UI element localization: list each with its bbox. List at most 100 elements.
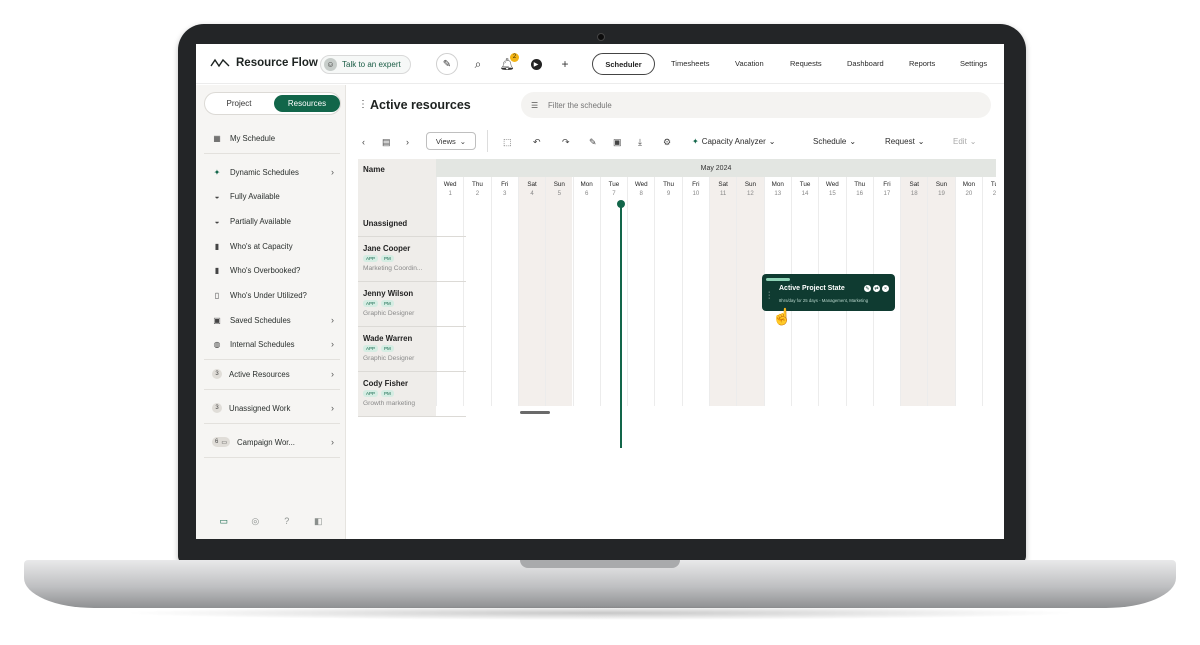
sidebar-item-under-utilized[interactable]: ▯ Who's Under Utilized? xyxy=(212,288,334,302)
day-column[interactable]: Thu 9 xyxy=(654,177,681,406)
day-column[interactable]: Wed 8 xyxy=(627,177,654,406)
sidebar-item-overbooked[interactable]: ▮ Who's Overbooked? xyxy=(212,263,334,277)
download-icon[interactable]: ⤓ xyxy=(638,134,642,150)
sidebar-item-label: Saved Schedules xyxy=(230,315,291,325)
toolbar-divider xyxy=(487,130,488,152)
day-column[interactable]: Tue 21 xyxy=(982,177,996,406)
sidebar-item-my-schedule[interactable]: ▦ My Schedule xyxy=(212,131,334,145)
clean-icon[interactable]: ✎ xyxy=(436,53,458,75)
resource-tags: APP PM xyxy=(363,345,394,352)
views-dropdown[interactable]: Views ⌄ xyxy=(426,132,476,150)
task-stripe xyxy=(766,278,790,281)
more-vertical-icon[interactable]: ⋮ xyxy=(358,99,368,110)
sidebar-group-active-resources[interactable]: 3 Active Resources › xyxy=(212,367,334,381)
resource-role: Growth marketing xyxy=(363,400,416,407)
globe-icon: ◍ xyxy=(213,339,221,349)
nav-vacation[interactable]: Vacation xyxy=(735,59,764,68)
edit-dropdown[interactable]: Edit ⌄ xyxy=(953,137,977,146)
sidebar-group-unassigned-work[interactable]: 3 Unassigned Work › xyxy=(212,401,334,415)
group-count: 3 xyxy=(212,403,222,413)
group-count: 6 ▭ xyxy=(212,437,231,447)
resource-row[interactable]: Jenny Wilson APP PM Graphic Designer xyxy=(358,282,466,327)
today-marker[interactable] xyxy=(617,200,625,208)
capacity-analyzer-dropdown[interactable]: ✦ Capacity Analyzer ⌄ xyxy=(692,137,775,146)
day-number: 8 xyxy=(639,190,643,197)
add-icon[interactable]: + xyxy=(557,56,573,72)
redo-icon[interactable]: ↷ xyxy=(562,134,570,150)
nav-requests[interactable]: Requests xyxy=(790,59,822,68)
resource-role: Graphic Designer xyxy=(363,355,415,362)
day-column[interactable]: Fri 10 xyxy=(681,177,709,406)
sidebar-item-dynamic-schedules[interactable]: ✦ Dynamic Schedules › xyxy=(212,165,334,179)
sidebar-item-fully-available[interactable]: ◒ Fully Available xyxy=(212,189,334,203)
sidebar-item-saved-schedules[interactable]: ▣ Saved Schedules › xyxy=(212,313,334,327)
user-icon[interactable]: ◎ xyxy=(249,516,261,527)
resource-row[interactable]: Cody Fisher APP PM Growth marketing xyxy=(358,372,466,417)
day-column[interactable]: Mon 6 xyxy=(572,177,600,406)
talk-to-expert-button[interactable]: ☺ Talk to an expert xyxy=(320,55,411,74)
sidebar-item-at-capacity[interactable]: ▮ Who's at Capacity xyxy=(212,239,334,253)
drag-handle-icon[interactable]: · · · xyxy=(768,289,770,302)
task-bar[interactable]: · · · Active Project State ✎ ⇄ × 8hrs/day … xyxy=(762,274,895,311)
calendar-icon[interactable]: ▤ xyxy=(382,134,391,150)
next-icon[interactable]: › xyxy=(406,134,409,150)
prev-icon[interactable]: ‹ xyxy=(362,134,365,150)
day-column[interactable]: Tue 7 xyxy=(599,177,627,406)
sidebar-item-internal-schedules[interactable]: ◍ Internal Schedules › xyxy=(212,337,335,351)
day-column[interactable]: Sun 12 xyxy=(736,177,764,406)
nav-scheduler[interactable]: Scheduler xyxy=(592,53,655,75)
nav-settings[interactable]: Settings xyxy=(960,59,987,68)
day-column[interactable]: Sat 18 xyxy=(900,177,928,406)
horizontal-scrollbar[interactable] xyxy=(520,411,550,414)
day-column[interactable]: Sat 4 xyxy=(517,177,546,406)
battery-over-icon: ▮ xyxy=(214,265,220,275)
skill-tag: APP xyxy=(363,300,379,307)
help-icon[interactable]: ? xyxy=(281,516,293,527)
day-column[interactable]: Thu 2 xyxy=(463,177,490,406)
play-icon[interactable]: ▶ xyxy=(528,56,544,72)
search-icon[interactable]: ⌕ xyxy=(470,56,486,72)
delete-task-icon[interactable]: × xyxy=(882,285,889,292)
day-name: Tue xyxy=(990,181,996,188)
day-column[interactable]: Sat 11 xyxy=(709,177,737,406)
app-logo[interactable]: Resource Flow xyxy=(210,57,318,69)
collapse-sidebar-icon[interactable]: ◧ xyxy=(312,516,324,527)
save-icon[interactable]: ▣ xyxy=(613,134,622,150)
day-name: Thu xyxy=(854,181,866,188)
task-title: Active Project State xyxy=(779,285,845,292)
day-number: 10 xyxy=(692,190,700,197)
tab-resources[interactable]: Resources xyxy=(274,95,340,112)
select-area-icon[interactable]: ⬚ xyxy=(503,134,512,150)
bell-icon[interactable]: 🔔︎ 2 xyxy=(499,53,519,72)
day-column[interactable]: Sun 19 xyxy=(927,177,955,406)
nav-dashboard[interactable]: Dashboard xyxy=(847,59,884,68)
day-column[interactable]: Fri 3 xyxy=(490,177,518,406)
sidebar-group-campaign-work[interactable]: 6 ▭ Campaign Wor... › xyxy=(212,435,334,449)
resource-name: Jenny Wilson xyxy=(363,289,414,298)
day-number: 2 xyxy=(475,190,480,197)
chevron-down-icon: ⌄ xyxy=(969,137,977,146)
nav-reports[interactable]: Reports xyxy=(909,59,935,68)
schedule-dropdown[interactable]: Schedule ⌄ xyxy=(813,137,856,146)
nav-timesheets[interactable]: Timesheets xyxy=(671,59,710,68)
pencil-icon[interactable]: ✎ xyxy=(589,134,597,150)
edit-task-icon[interactable]: ✎ xyxy=(864,285,871,292)
undo-icon[interactable]: ↶ xyxy=(533,134,541,150)
resource-row[interactable]: Unassigned xyxy=(358,209,466,237)
chevron-down-icon: ⌄ xyxy=(849,137,857,146)
gear-icon[interactable]: ⚙ xyxy=(663,134,671,150)
request-dropdown[interactable]: Request ⌄ xyxy=(885,137,925,146)
resource-name: Jane Cooper xyxy=(363,244,411,253)
day-column[interactable]: Mon 20 xyxy=(954,177,982,406)
tab-project[interactable]: Project xyxy=(206,95,272,112)
day-number: 3 xyxy=(503,190,507,197)
resource-row[interactable]: Jane Cooper APP PM Marketing Coordin... xyxy=(358,237,466,282)
filter-input[interactable] xyxy=(548,100,748,110)
resource-row[interactable]: Wade Warren APP PM Graphic Designer xyxy=(358,327,466,372)
day-column[interactable]: Sun 5 xyxy=(545,177,573,406)
monitor-icon[interactable]: ▭ xyxy=(218,516,230,527)
sidebar-item-label: Partially Available xyxy=(230,216,291,226)
filter-bar[interactable]: ☰ xyxy=(521,92,991,118)
split-task-icon[interactable]: ⇄ xyxy=(873,285,880,292)
sidebar-item-partially-available[interactable]: ◒ Partially Available xyxy=(212,214,334,228)
